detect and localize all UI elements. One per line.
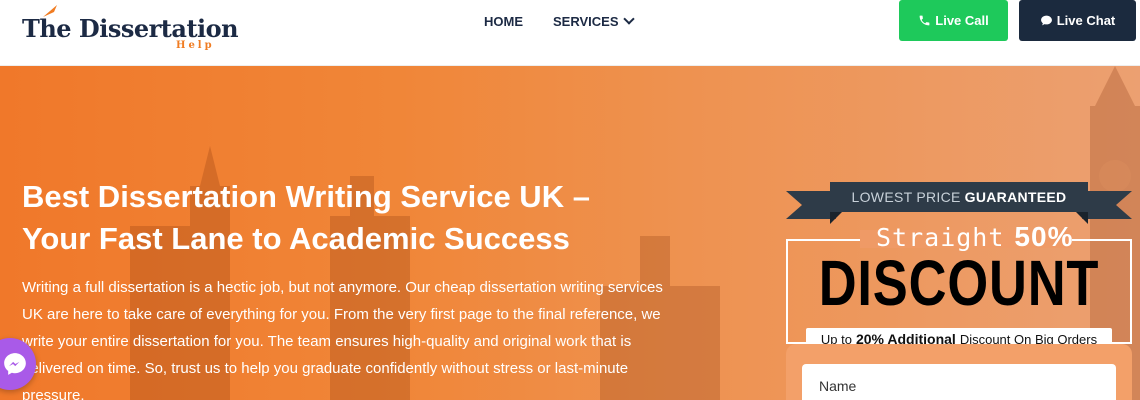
live-call-button[interactable]: Live Call [899,0,1008,41]
site-header: The Dissertation Help HOME SERVICES Live… [0,0,1140,66]
phone-icon [919,15,930,26]
chevron-down-icon [622,13,635,25]
hero-title-line1: Best Dissertation Writing Service UK – [22,179,590,214]
chat-bubble-icon [1040,15,1052,26]
live-chat-button[interactable]: Live Chat [1019,0,1136,41]
ribbon-light-text: LOWEST PRICE [851,189,961,205]
logo-subtitle: Help [176,40,215,51]
nav-services[interactable]: SERVICES [553,13,635,29]
lowest-price-ribbon: LOWEST PRICE GUARANTEED [830,182,1088,212]
name-input[interactable] [802,364,1116,400]
live-chat-label: Live Chat [1056,13,1116,28]
logo-title: The Dissertation [22,14,239,43]
hero-title-line2: Your Fast Lane to Academic Success [22,221,570,256]
discount-heading: DISCOUNT [818,247,1100,319]
ribbon-strong-text: GUARANTEED [964,189,1067,205]
hero-title: Best Dissertation Writing Service UK – Y… [22,176,682,260]
nav-services-label: SERVICES [553,13,619,29]
site-logo[interactable]: The Dissertation Help [22,5,239,54]
messenger-icon [4,353,26,375]
nav-home[interactable]: HOME [484,14,523,29]
main-nav: HOME SERVICES [484,0,635,42]
hero-paragraph: Writing a full dissertation is a hectic … [22,279,663,400]
live-call-label: Live Call [935,13,989,28]
nav-home-label: HOME [484,13,523,29]
